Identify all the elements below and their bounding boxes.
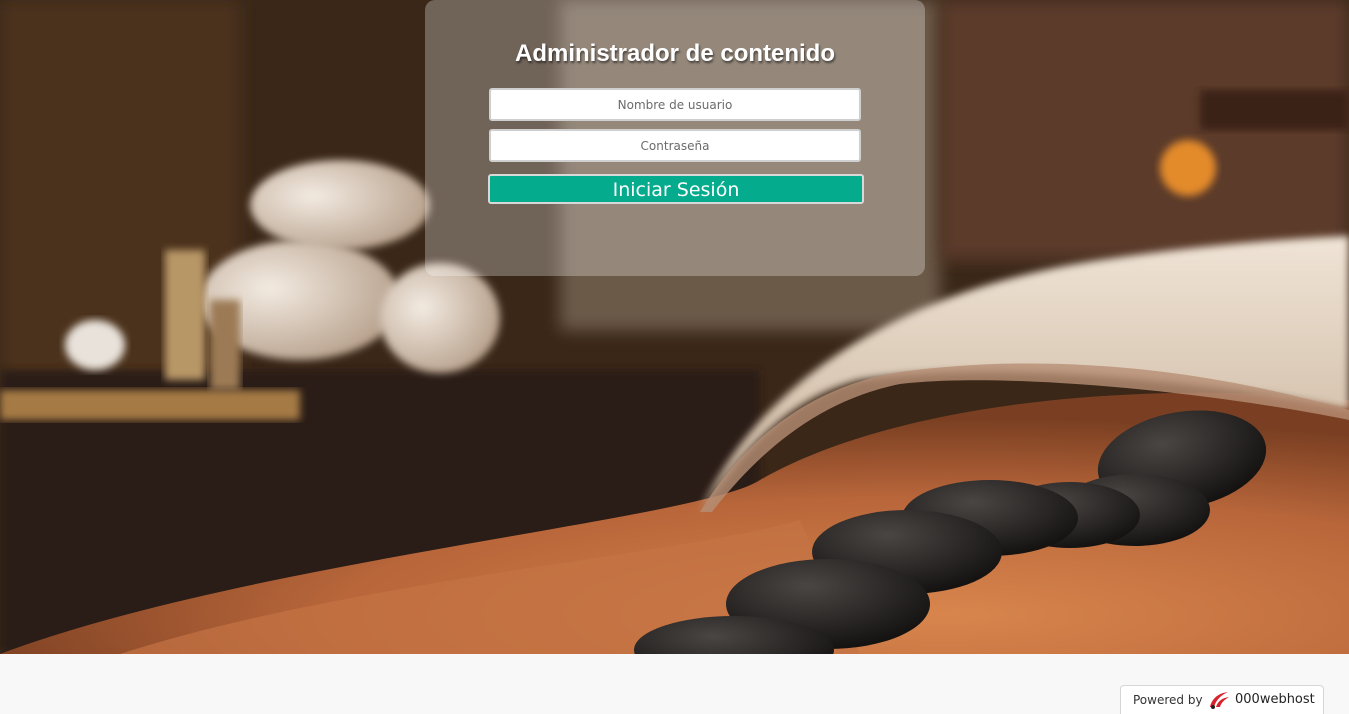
powered-by-badge[interactable]: Powered by 000webhost bbox=[1120, 685, 1324, 714]
webhost-logo-icon bbox=[1207, 690, 1231, 710]
password-input[interactable] bbox=[489, 129, 861, 162]
login-button[interactable]: Iniciar Sesión bbox=[488, 174, 864, 204]
username-input[interactable] bbox=[489, 88, 861, 121]
webhost-brand-text: 000webhost bbox=[1235, 692, 1315, 707]
page-title: Administrador de contenido bbox=[514, 40, 835, 67]
powered-by-text: Powered by bbox=[1133, 693, 1203, 707]
login-panel: Administrador de contenido Iniciar Sesió… bbox=[425, 0, 925, 276]
